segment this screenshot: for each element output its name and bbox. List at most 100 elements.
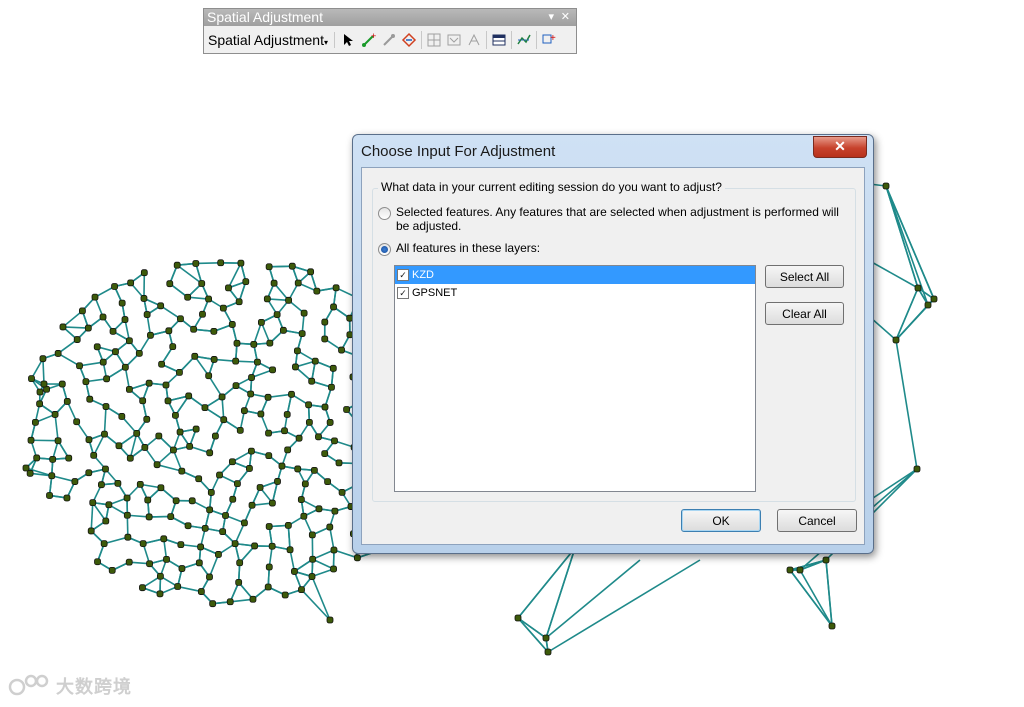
modify-link-icon[interactable] [379, 30, 399, 50]
network-node [330, 303, 337, 311]
network-node [264, 583, 272, 591]
network-node [205, 295, 212, 303]
network-node [300, 512, 308, 520]
network-node [112, 348, 119, 356]
network-node [326, 523, 334, 531]
network-node [184, 293, 192, 301]
toolbar-close-icon[interactable]: ✕ [561, 9, 570, 26]
select-elements-icon[interactable] [339, 30, 359, 50]
radio-all-features[interactable] [378, 243, 391, 256]
clear-all-button[interactable]: Clear All [765, 302, 844, 325]
network-node [118, 413, 126, 420]
network-node [332, 284, 340, 292]
network-node [286, 546, 294, 554]
edge-match-icon[interactable] [424, 30, 444, 50]
network-edge [90, 502, 94, 532]
network-node [315, 433, 322, 441]
network-node [294, 347, 301, 355]
network-node [269, 366, 276, 374]
network-edge [267, 393, 292, 399]
network-edge [545, 547, 576, 639]
layer-item[interactable]: ✓ KZD [395, 266, 755, 284]
network-node [58, 380, 66, 388]
network-node [329, 364, 337, 372]
toolbar-options-icon[interactable]: ▾ [548, 9, 554, 26]
view-link-table-icon[interactable] [489, 30, 509, 50]
network-node [89, 499, 97, 507]
network-node [118, 299, 126, 307]
dialog-close-icon[interactable]: ✕ [813, 136, 867, 158]
network-node [173, 261, 181, 269]
network-node [155, 432, 163, 440]
network-node [514, 614, 522, 622]
network-node [63, 494, 71, 502]
network-node [288, 262, 296, 270]
layer-name: GPSNET [412, 287, 458, 299]
network-node [206, 449, 214, 457]
network-node [310, 466, 318, 474]
network-node [297, 496, 305, 503]
network-node [257, 318, 265, 326]
network-node [930, 295, 938, 303]
toolbar-title-bar[interactable]: Spatial Adjustment ▾ ✕ [204, 9, 576, 26]
network-node [73, 418, 81, 426]
network-node [32, 418, 39, 426]
option-all-features[interactable]: All features in these layers: [378, 241, 540, 256]
network-node [86, 395, 94, 403]
network-node [225, 284, 232, 292]
multiple-displacement-links-icon[interactable] [399, 30, 419, 50]
attribute-transfer-icon[interactable] [444, 30, 464, 50]
network-node [331, 507, 339, 515]
network-edge [195, 261, 221, 265]
network-node [174, 583, 182, 590]
network-node [145, 379, 153, 387]
new-identity-link-icon[interactable]: + [539, 30, 559, 50]
select-all-button[interactable]: Select All [765, 265, 844, 288]
network-node [125, 558, 133, 566]
network-node [219, 528, 227, 536]
watermark-text: 大数跨境 [56, 677, 132, 697]
network-node [158, 360, 166, 368]
toolbar-separator [485, 30, 487, 49]
network-node [285, 296, 293, 304]
network-node [177, 541, 185, 549]
network-edge [62, 326, 89, 329]
network-node [328, 383, 335, 391]
network-node [71, 478, 79, 485]
option-selected-features-label: Selected features. Any features that are… [396, 205, 839, 233]
new-displacement-link-icon[interactable]: + [359, 30, 379, 50]
layer-checkbox[interactable]: ✓ [397, 269, 409, 281]
network-node [192, 425, 200, 433]
new-limited-adjustment-area-icon[interactable] [464, 30, 484, 50]
network-node [229, 495, 237, 503]
spatial-adjustment-menu[interactable]: Spatial Adjustment▾ [208, 31, 335, 48]
network-edge [545, 559, 641, 639]
cancel-button[interactable]: Cancel [777, 509, 857, 532]
layer-checkbox[interactable]: ✓ [397, 287, 409, 299]
network-node [39, 355, 47, 363]
ok-button[interactable]: OK [681, 509, 761, 532]
network-node [126, 454, 134, 462]
network-node [242, 278, 250, 286]
network-node [188, 497, 196, 505]
network-node [166, 280, 174, 288]
option-selected-features[interactable]: Selected features. Any features that are… [378, 205, 848, 233]
network-node [248, 374, 255, 381]
network-node [139, 584, 146, 592]
layers-listbox[interactable]: ✓ KZD ✓ GPSNET [394, 265, 756, 492]
network-node [177, 315, 184, 323]
network-node [335, 459, 343, 467]
watermark: 大数跨境 [8, 672, 132, 700]
network-node [141, 444, 149, 451]
network-node [294, 465, 302, 473]
network-node [251, 542, 259, 550]
network-node [331, 437, 338, 445]
view-adjustment-preview-icon[interactable] [514, 30, 534, 50]
network-node [295, 434, 303, 442]
spatial-adjustment-menu-label: Spatial Adjustment [208, 31, 324, 48]
radio-selected-features[interactable] [378, 207, 391, 220]
network-node [205, 372, 213, 380]
toolbar-separator [510, 30, 512, 49]
layer-item[interactable]: ✓ GPSNET [395, 284, 755, 302]
network-node [828, 622, 836, 630]
